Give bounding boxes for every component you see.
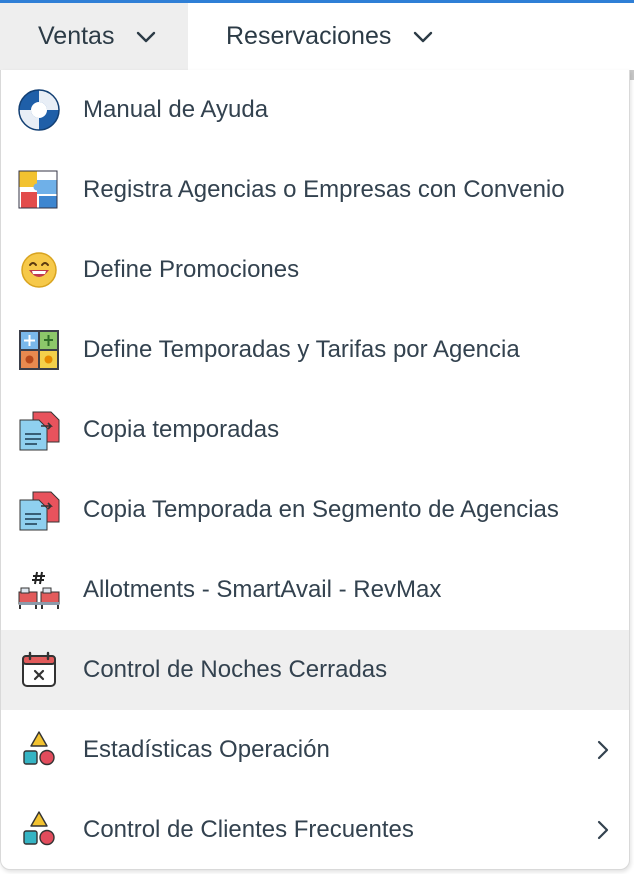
menu-item-label: Control de Clientes Frecuentes	[83, 816, 414, 843]
menu-item-label: Manual de Ayuda	[83, 96, 269, 123]
menu-item-allotments[interactable]: Allotments - SmartAvail - RevMax	[1, 550, 629, 630]
nav-reservaciones-label: Reservaciones	[226, 22, 392, 50]
menu-item-label: Control de Noches Cerradas	[83, 656, 388, 683]
menu-item-define-promociones[interactable]: Define Promociones	[1, 230, 629, 310]
ventas-dropdown-menu: Manual de Ayuda Registra Agencias o Empr…	[0, 70, 630, 870]
chevron-down-icon	[413, 31, 433, 43]
menu-item-label: Registra Agencias o Empresas con Conveni…	[83, 176, 565, 203]
copy-document-icon	[17, 408, 61, 452]
puzzle-icon	[17, 168, 61, 212]
menu-item-control-noches-cerradas[interactable]: Control de Noches Cerradas	[1, 630, 629, 710]
menu-item-define-temporadas[interactable]: Define Temporadas y Tarifas por Agencia	[1, 310, 629, 390]
menu-item-registra-agencias[interactable]: Registra Agencias o Empresas con Conveni…	[1, 150, 629, 230]
menu-item-label: Copia Temporada en Segmento de Agencias	[83, 496, 559, 523]
menu-item-estadisticas-operacion[interactable]: Estadísticas Operación	[1, 710, 629, 790]
nav-ventas[interactable]: Ventas	[0, 3, 188, 70]
menu-item-copia-temporadas[interactable]: Copia temporadas	[1, 390, 629, 470]
lifebuoy-icon	[17, 88, 61, 132]
menu-item-label: Estadísticas Operación	[83, 736, 330, 763]
beds-icon	[17, 568, 61, 612]
chevron-right-icon	[595, 738, 611, 762]
nav-ventas-label: Ventas	[38, 22, 115, 50]
copy-document-icon	[17, 488, 61, 532]
smiley-icon	[17, 248, 61, 292]
menu-item-label: Allotments - SmartAvail - RevMax	[83, 576, 442, 603]
nav-reservaciones[interactable]: Reservaciones	[188, 3, 448, 70]
menu-item-label: Define Promociones	[83, 256, 300, 283]
menu-item-control-clientes-frecuentes[interactable]: Control de Clientes Frecuentes	[1, 790, 629, 870]
scroll-edge	[630, 70, 634, 80]
shapes-icon	[17, 728, 61, 772]
menu-item-label: Copia temporadas	[83, 416, 280, 443]
menu-item-manual-de-ayuda[interactable]: Manual de Ayuda	[1, 70, 629, 150]
chevron-right-icon	[595, 818, 611, 842]
shapes-icon	[17, 808, 61, 852]
menu-item-label: Define Temporadas y Tarifas por Agencia	[83, 336, 520, 363]
menu-item-copia-temporada-segmento[interactable]: Copia Temporada en Segmento de Agencias	[1, 470, 629, 550]
top-navigation: Ventas Reservaciones	[0, 3, 634, 70]
calendar-closed-icon	[17, 648, 61, 692]
chevron-down-icon	[136, 31, 156, 43]
seasons-icon	[17, 328, 61, 372]
